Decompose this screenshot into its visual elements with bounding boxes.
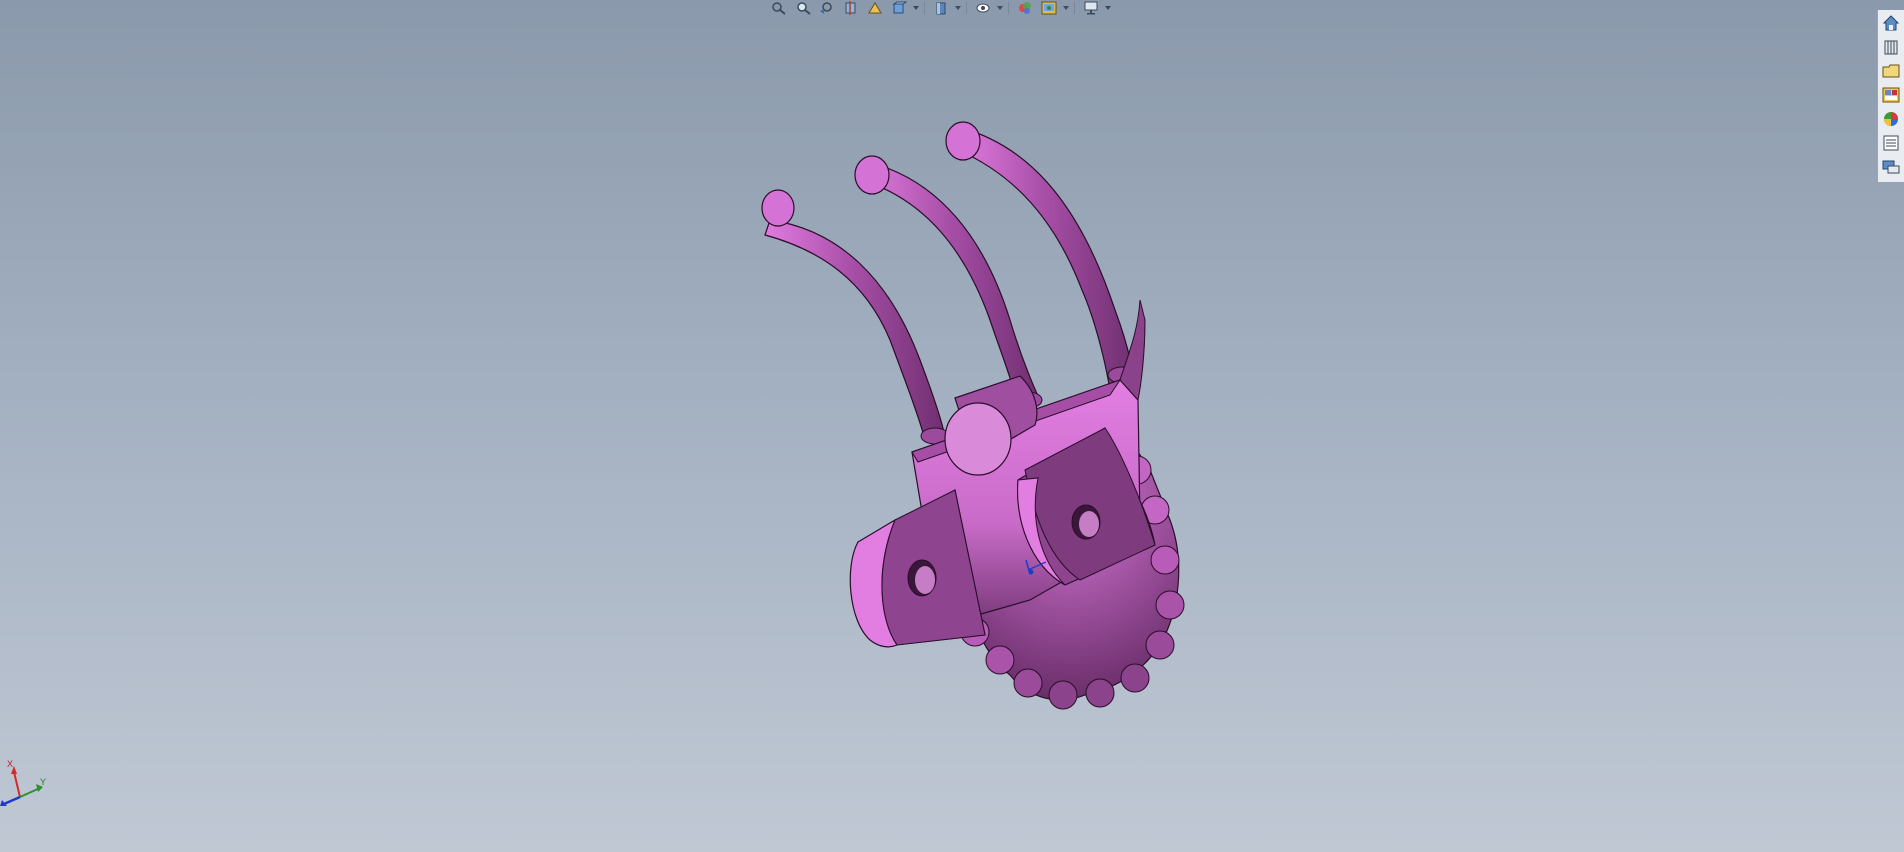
task-pane [1877, 10, 1904, 183]
triad-x-label: X [7, 759, 13, 769]
solidworks-resources-icon[interactable] [1880, 12, 1902, 34]
reference-triad: X Y [0, 759, 46, 806]
custom-properties-icon[interactable] [1880, 132, 1902, 154]
file-explorer-icon[interactable] [1880, 60, 1902, 82]
graphics-area[interactable]: X Y [0, 0, 1904, 852]
forum-icon[interactable] [1880, 156, 1902, 178]
view-palette-icon[interactable] [1880, 84, 1902, 106]
triad-y-label: Y [40, 777, 46, 787]
part-model[interactable] [0, 0, 1904, 852]
finger-left [761, 189, 950, 445]
appearances-scenes-icon[interactable] [1880, 108, 1902, 130]
design-library-icon[interactable] [1880, 36, 1902, 58]
finger-middle [854, 155, 1043, 409]
